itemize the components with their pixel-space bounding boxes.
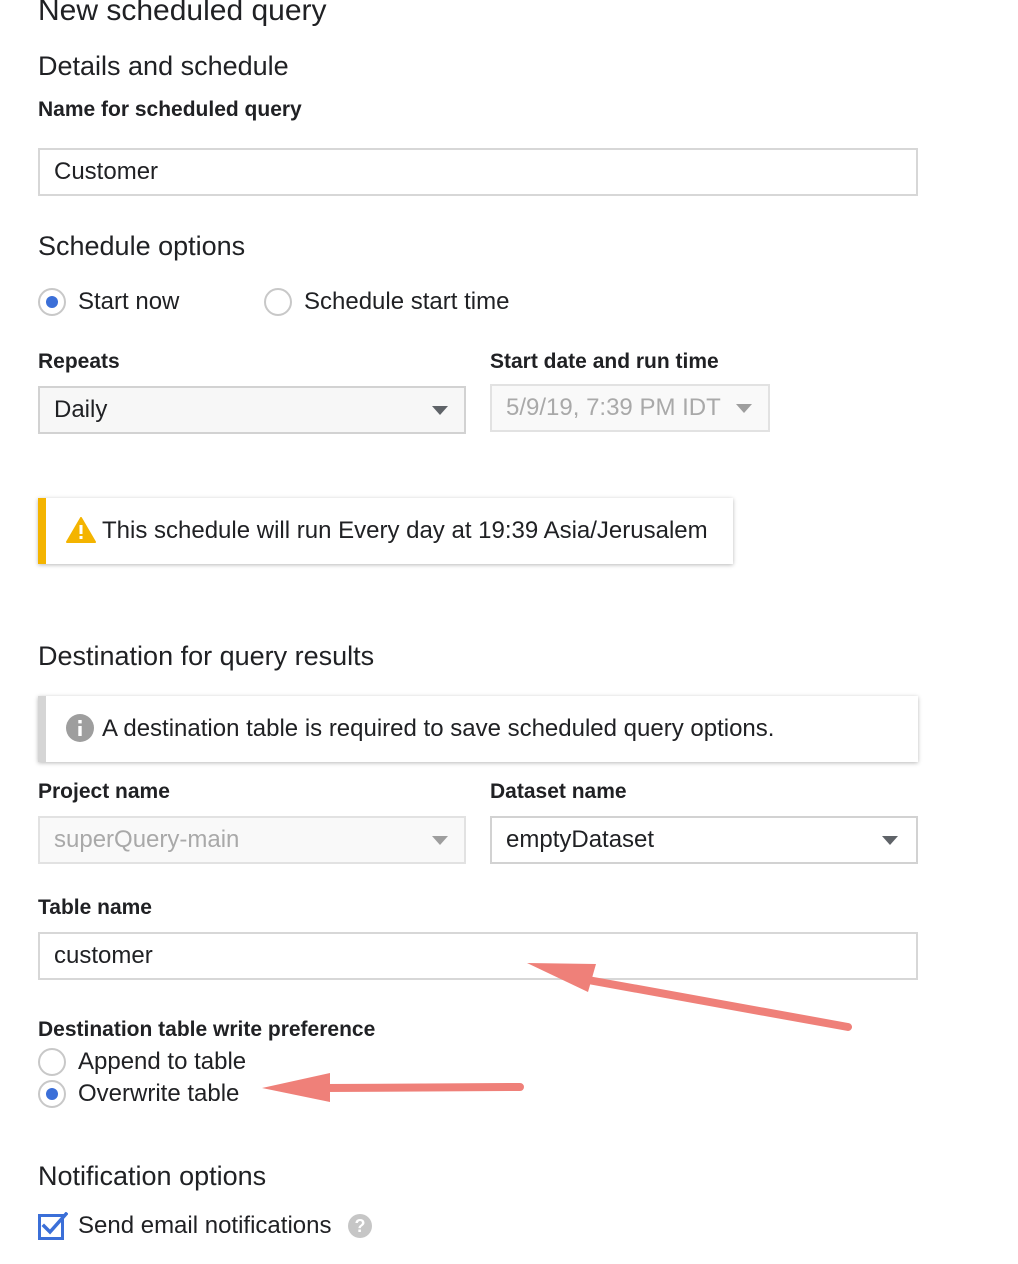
arrow-to-overwrite-table [262,1073,524,1102]
arrow-to-table-name [527,963,852,1031]
annotation-arrows [262,963,852,1102]
